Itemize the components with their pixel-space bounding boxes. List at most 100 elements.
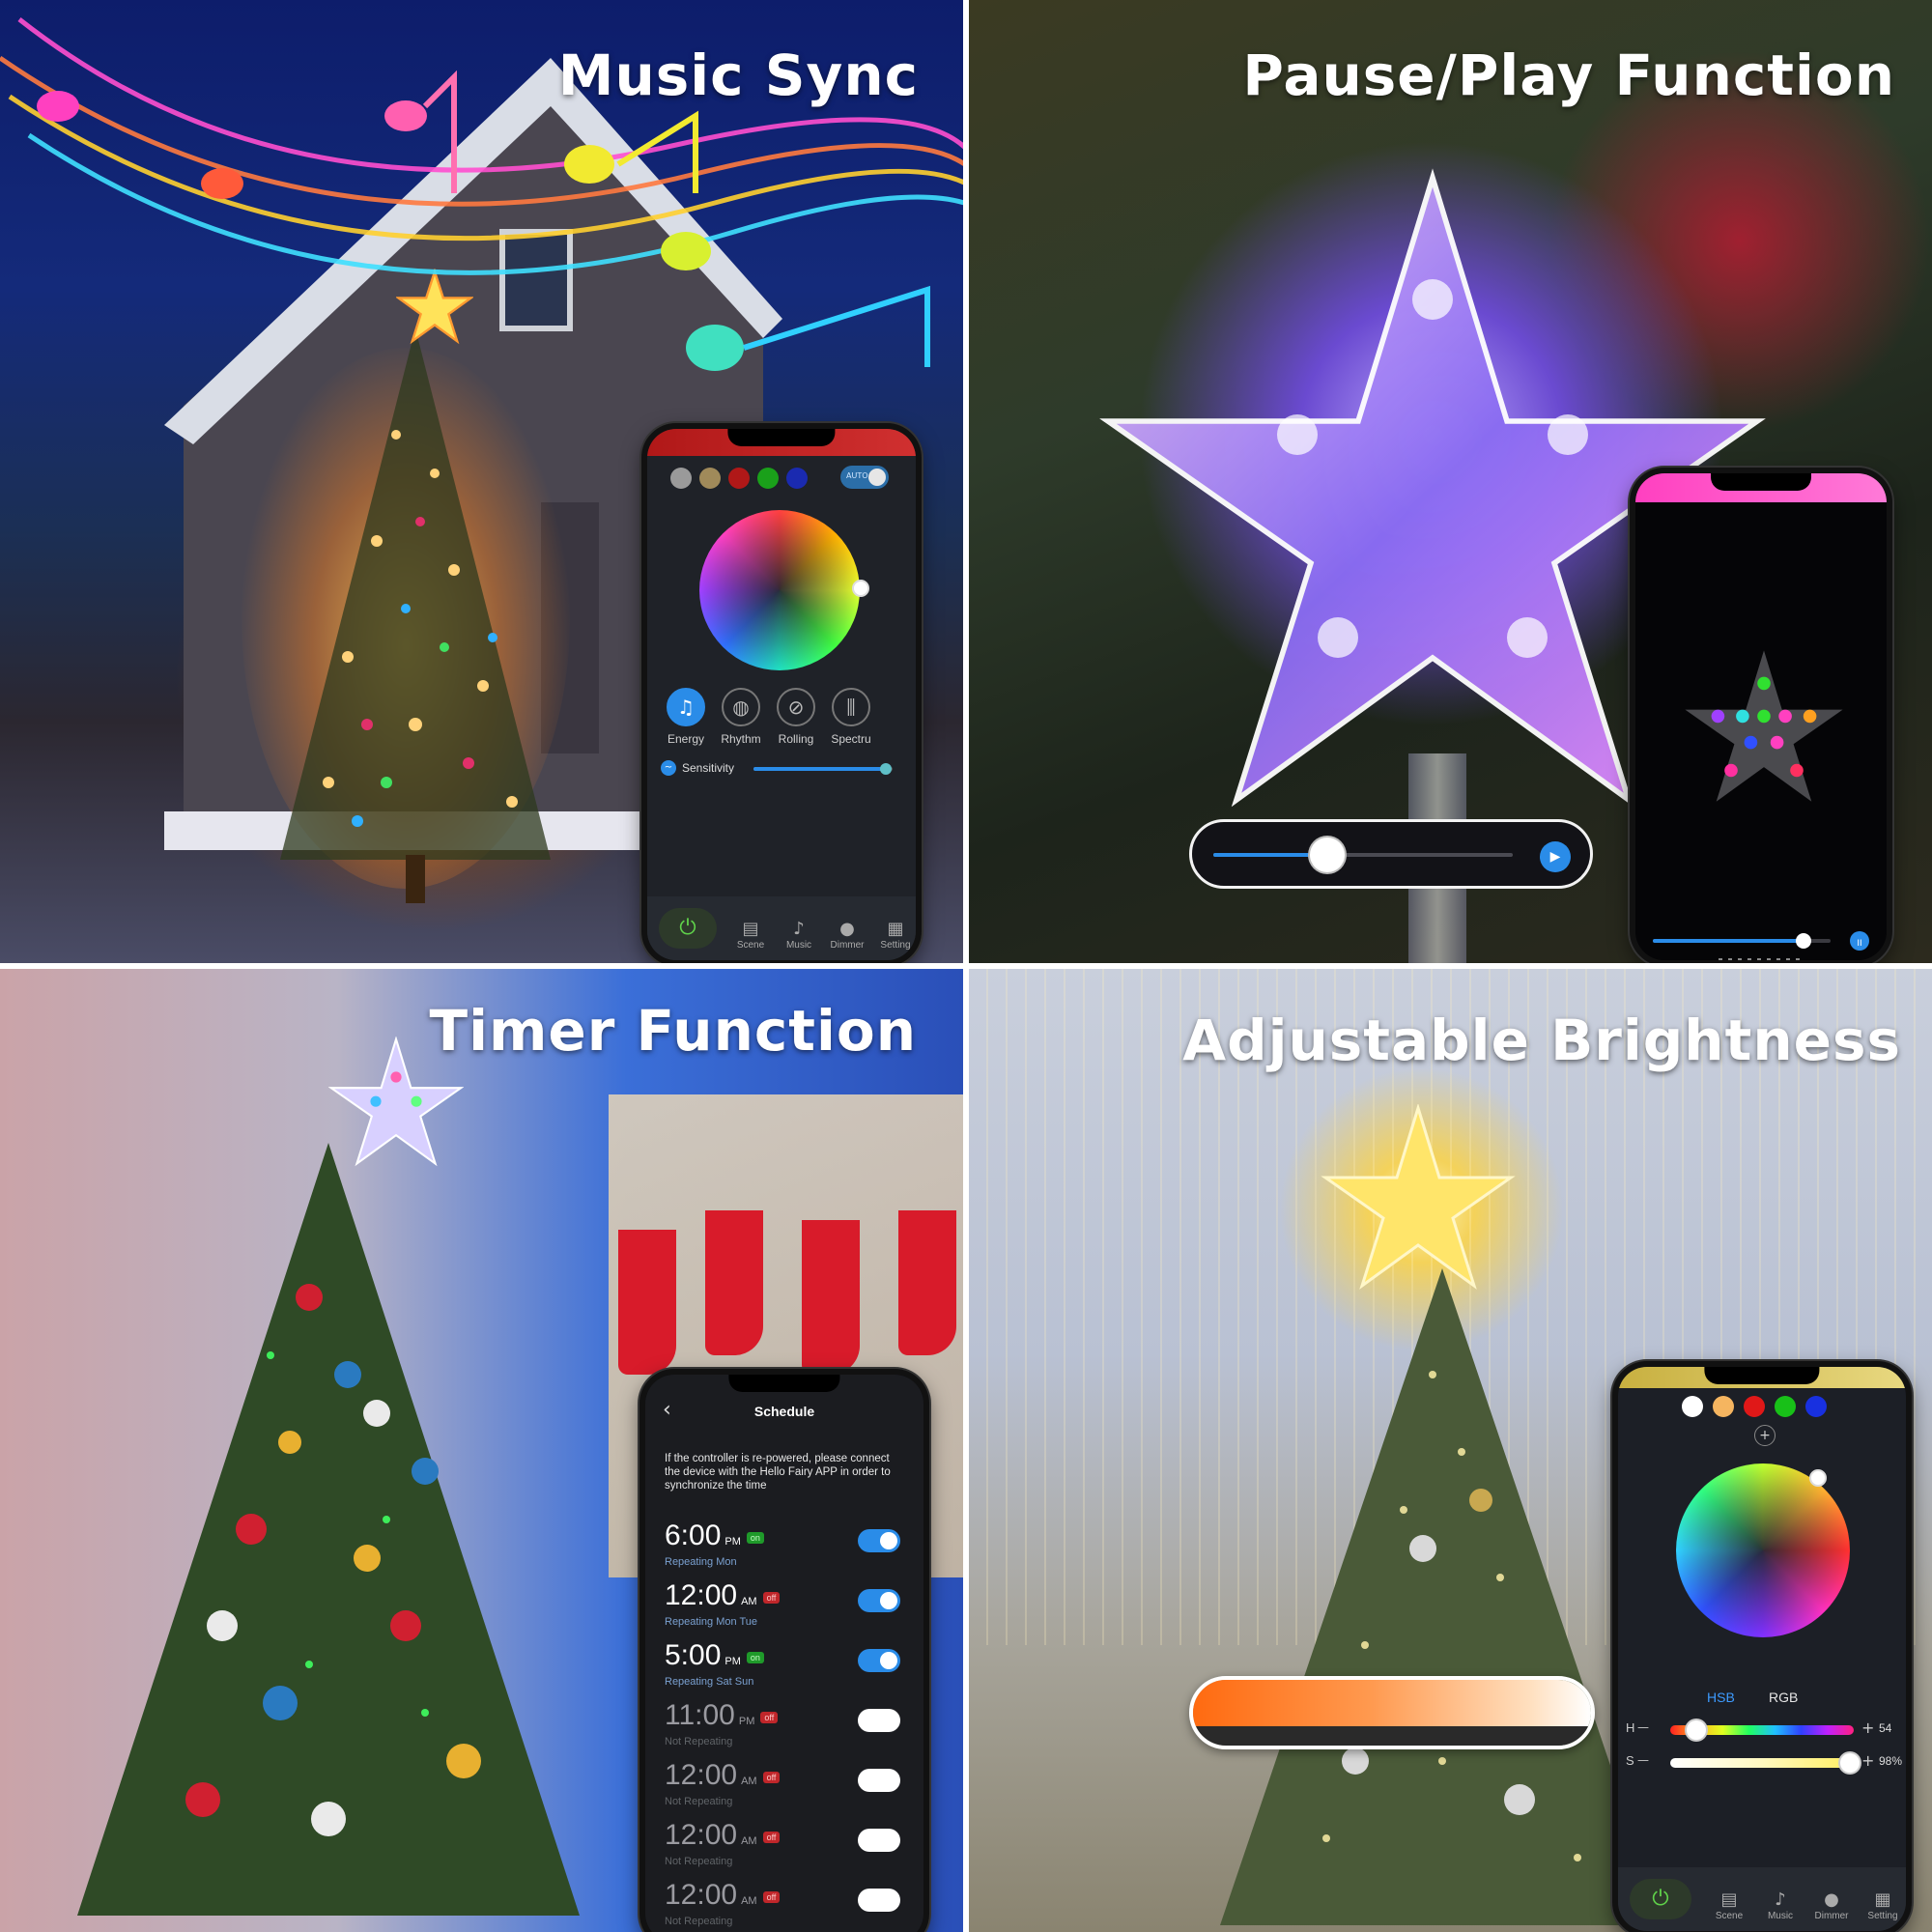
schedule-time: 5:00 PM on — [665, 1639, 764, 1672]
action-badge: off — [760, 1712, 779, 1723]
schedule-row[interactable]: 12:00 AM off Not Repeating — [665, 1879, 904, 1932]
hue-plus-button[interactable]: + — [1861, 1719, 1874, 1737]
color-wheel[interactable] — [699, 510, 860, 670]
auto-toggle-label: AUTO — [846, 471, 868, 480]
color-swatch[interactable] — [699, 468, 721, 489]
time-ampm: PM — [738, 1716, 755, 1727]
schedule-toggle[interactable] — [858, 1769, 900, 1792]
schedule-row[interactable]: 6:00 PM on Repeating Mon — [665, 1520, 904, 1579]
saturation-slider[interactable] — [1670, 1758, 1854, 1768]
tab-scene[interactable]: ▤ Scene — [1705, 1889, 1753, 1921]
tab-setting[interactable]: ▦ Setting — [871, 919, 916, 951]
bulb-icon: ● — [839, 919, 855, 939]
toggle-knob — [861, 1891, 878, 1909]
power-button[interactable]: ⏻ — [659, 908, 717, 949]
schedule-time: 12:00 AM off — [665, 1819, 781, 1852]
saturation-minus-button[interactable]: — — [1637, 1753, 1649, 1767]
schedule-row[interactable]: 5:00 PM on Repeating Sat Sun — [665, 1639, 904, 1699]
panel-title-music-sync: Music Sync — [557, 43, 919, 108]
tab-dimmer[interactable]: ● Dimmer — [823, 919, 871, 951]
playback-progress-knob[interactable] — [1309, 838, 1345, 872]
color-swatch[interactable] — [786, 468, 808, 489]
color-swatch[interactable] — [757, 468, 779, 489]
tab-label: Setting — [1867, 1911, 1898, 1921]
add-icon: + — [1759, 1428, 1771, 1443]
schedule-row[interactable]: 12:00 AM off Repeating Mon Tue — [665, 1579, 904, 1639]
color-swatch[interactable] — [1805, 1396, 1827, 1417]
color-swatch[interactable] — [728, 468, 750, 489]
color-swatch[interactable] — [1682, 1396, 1703, 1417]
tab-dimmer[interactable]: ● Dimmer — [1807, 1889, 1856, 1921]
time-value: 12:00 — [665, 1819, 738, 1851]
power-button[interactable]: ⏻ — [1630, 1879, 1691, 1919]
saturation-value: 98% — [1879, 1754, 1903, 1768]
auto-toggle[interactable]: AUTO — [840, 466, 889, 489]
mode-rolling[interactable]: ⊘ Rolling — [769, 688, 823, 746]
schedule-toggle[interactable] — [858, 1649, 900, 1672]
star-preview-icon — [1685, 650, 1843, 802]
hue-slider-knob[interactable] — [1686, 1720, 1706, 1740]
brightness-gradient-fill — [1193, 1680, 1591, 1726]
schedule-row[interactable]: 12:00 AM off Not Repeating — [665, 1759, 904, 1819]
sensitivity-slider[interactable] — [753, 767, 893, 771]
play-button[interactable]: ▶ — [1540, 841, 1571, 872]
saturation-slider-knob[interactable] — [1840, 1753, 1861, 1773]
phone-notch — [1704, 1367, 1820, 1384]
power-icon: ⏻ — [679, 916, 696, 940]
time-ampm: AM — [741, 1596, 757, 1607]
drum-icon: ◍ — [722, 688, 760, 726]
playback-progress-slider[interactable] — [1213, 853, 1513, 857]
color-wheel-knob[interactable] — [852, 580, 869, 597]
sensitivity-label: Sensitivity — [682, 761, 735, 775]
grid-icon: ▦ — [1874, 1889, 1891, 1910]
phone-progress-knob[interactable] — [1796, 933, 1812, 949]
repeat-info: Not Repeating — [665, 1736, 733, 1747]
music-icon: ♪ — [1775, 1889, 1786, 1910]
mode-spectru[interactable]: ⫼ Spectru — [824, 688, 878, 746]
mode-label: Rolling — [778, 732, 814, 746]
schedule-toggle[interactable] — [858, 1709, 900, 1732]
sensitivity-row: ~ Sensitivity — [661, 759, 904, 779]
sensitivity-slider-knob[interactable] — [879, 763, 892, 775]
repeat-info: Repeating Sat Sun — [665, 1676, 754, 1688]
toggle-knob — [880, 1652, 897, 1669]
color-swatch[interactable] — [1744, 1396, 1765, 1417]
timer-panel: Timer Function ‹ Schedule If the control… — [0, 969, 963, 1932]
saturation-plus-button[interactable]: + — [1861, 1751, 1874, 1770]
tab-music[interactable]: ♪ Music — [775, 919, 823, 951]
schedule-time: 12:00 AM off — [665, 1579, 781, 1612]
schedule-row[interactable]: 12:00 AM off Not Repeating — [665, 1819, 904, 1879]
schedule-toggle[interactable] — [858, 1889, 900, 1912]
tab-music[interactable]: ♪ Music — [1756, 1889, 1804, 1921]
color-wheel[interactable] — [1676, 1463, 1850, 1637]
schedule-toggle[interactable] — [858, 1589, 900, 1612]
schedule-toggle[interactable] — [858, 1529, 900, 1552]
mode-energy[interactable]: ♫ Energy — [659, 688, 713, 746]
tab-rgb[interactable]: RGB — [1769, 1690, 1798, 1705]
tab-scene[interactable]: ▤ Scene — [726, 919, 775, 951]
pause-button[interactable]: II — [1850, 931, 1869, 951]
hue-minus-button[interactable]: — — [1637, 1720, 1649, 1734]
schedule-row[interactable]: 11:00 PM off Not Repeating — [665, 1699, 904, 1759]
color-swatch[interactable] — [670, 468, 692, 489]
power-icon: ⏻ — [1652, 1887, 1669, 1911]
tab-setting[interactable]: ▦ Setting — [1859, 1889, 1906, 1921]
color-swatch[interactable] — [1775, 1396, 1796, 1417]
color-swatch[interactable] — [1713, 1396, 1734, 1417]
schedule-toggle[interactable] — [858, 1829, 900, 1852]
brightness-gradient-bar[interactable] — [1189, 1676, 1595, 1749]
mode-label: Spectru — [831, 732, 871, 746]
mode-rhythm[interactable]: ◍ Rhythm — [714, 688, 768, 746]
brightness-panel: Adjustable Brightness + HSB RGB H — + 54… — [969, 969, 1932, 1932]
action-badge: on — [746, 1652, 764, 1663]
time-ampm: AM — [741, 1835, 757, 1847]
phone-progress-fill — [1653, 939, 1804, 943]
add-color-button[interactable]: + — [1754, 1425, 1776, 1446]
playback-control-bar: ▶ — [1189, 819, 1593, 889]
color-wheel-knob[interactable] — [1809, 1469, 1827, 1487]
scene-icon: ▤ — [1720, 1889, 1738, 1910]
bulb-icon: ● — [1824, 1889, 1839, 1910]
music-sync-panel: Music Sync AUTO ♫ Energy ◍ Rhythm ⊘ Rolling ⫼ S… — [0, 0, 963, 963]
tab-hsb[interactable]: HSB — [1707, 1690, 1735, 1705]
play-icon: ▶ — [1549, 849, 1561, 865]
